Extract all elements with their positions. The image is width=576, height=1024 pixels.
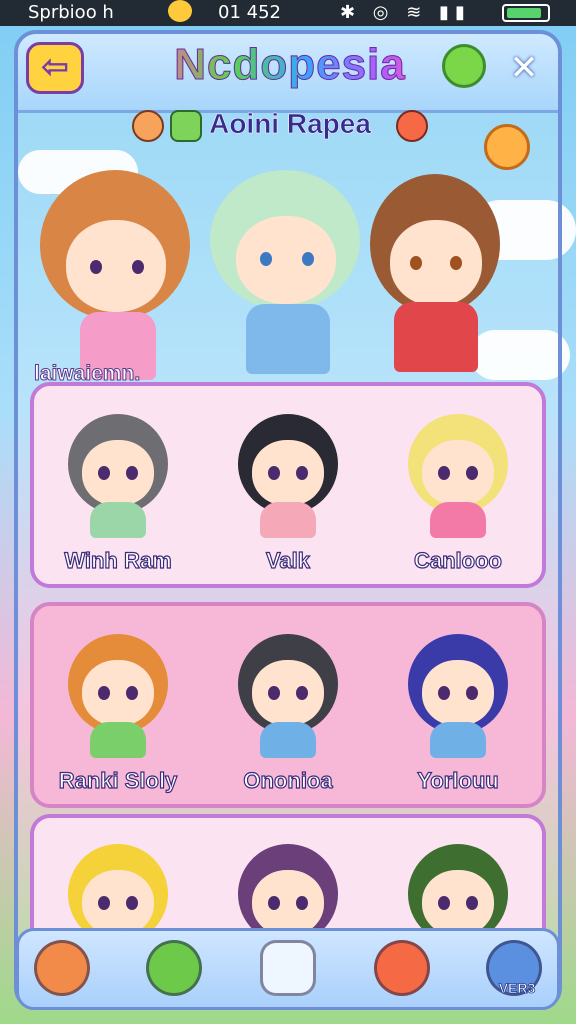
bear-icon[interactable] <box>34 940 90 996</box>
character-eye <box>98 896 110 910</box>
character-face <box>422 870 494 936</box>
character-face <box>66 220 166 312</box>
character-name: Valk <box>265 547 311 573</box>
character-eye <box>132 260 144 274</box>
nav-version-label: VER3 <box>498 980 536 997</box>
character-eye <box>438 466 450 480</box>
character-eye <box>438 686 450 700</box>
character-name: Ranki Sloly <box>58 767 178 793</box>
character-eye <box>410 256 422 270</box>
character-card[interactable]: Ononioa <box>208 612 368 802</box>
character-name: Winh Ram <box>64 547 173 573</box>
character-card[interactable]: Yorlouu <box>378 612 538 802</box>
character-outfit <box>430 722 486 758</box>
character-eye <box>268 896 280 910</box>
close-button[interactable]: ✕ <box>502 46 546 90</box>
character-face <box>252 660 324 726</box>
emoji-icon <box>168 0 192 22</box>
status-app-label: Sprbioo h <box>28 2 114 23</box>
character-face <box>422 440 494 506</box>
character-eye <box>126 896 138 910</box>
character-eye <box>466 686 478 700</box>
signal-icon: ✱ ◎ ≋ ▮▮ <box>340 2 471 23</box>
character-face <box>82 870 154 936</box>
character-card[interactable]: Ranki Sloly <box>38 612 198 802</box>
character-eye <box>296 896 308 910</box>
character-outfit <box>260 722 316 758</box>
character-face <box>82 660 154 726</box>
character-outfit <box>90 722 146 758</box>
character-eye <box>126 686 138 700</box>
cat-icon <box>396 110 428 142</box>
character-face <box>252 870 324 936</box>
character-eye <box>268 686 280 700</box>
character-card[interactable]: Canlooo <box>378 392 538 582</box>
cat-icon[interactable] <box>374 940 430 996</box>
robot-icon[interactable] <box>260 940 316 996</box>
leaf-icon[interactable] <box>146 940 202 996</box>
character-outfit <box>90 502 146 538</box>
hero-character-center[interactable] <box>210 160 370 380</box>
character-face <box>252 440 324 506</box>
character-eye <box>260 252 272 266</box>
character-eye <box>98 466 110 480</box>
character-outfit <box>430 502 486 538</box>
app-title: Ncdopesia <box>140 40 440 90</box>
character-card[interactable]: Winh Ram <box>38 392 198 582</box>
character-card[interactable]: Valk <box>208 392 368 582</box>
hero-character-left[interactable] <box>40 170 200 380</box>
character-outfit <box>394 302 478 372</box>
back-button[interactable]: ⇦ <box>26 42 84 94</box>
character-eye <box>466 466 478 480</box>
character-face <box>422 660 494 726</box>
status-time: 01 452 <box>218 2 281 23</box>
character-name: Yorlouu <box>417 767 500 793</box>
hero-characters <box>30 160 550 380</box>
battery-icon <box>502 4 550 22</box>
character-outfit <box>260 502 316 538</box>
character-eye <box>126 466 138 480</box>
character-face <box>236 216 336 304</box>
hero-character-right[interactable] <box>370 174 540 384</box>
character-eye <box>466 896 478 910</box>
character-eye <box>90 260 102 274</box>
character-name: Ononioa <box>243 767 333 793</box>
mascot-icon[interactable] <box>442 44 486 88</box>
character-eye <box>98 686 110 700</box>
character-eye <box>450 256 462 270</box>
character-name: Canlooo <box>413 547 502 573</box>
character-eye <box>296 466 308 480</box>
character-face <box>390 220 482 306</box>
character-eye <box>438 896 450 910</box>
character-eye <box>296 686 308 700</box>
character-face <box>82 440 154 506</box>
status-bar: Sprbioo h 01 452 ✱ ◎ ≋ ▮▮ <box>0 0 576 26</box>
character-outfit <box>246 304 330 374</box>
character-eye <box>268 466 280 480</box>
character-eye <box>302 252 314 266</box>
